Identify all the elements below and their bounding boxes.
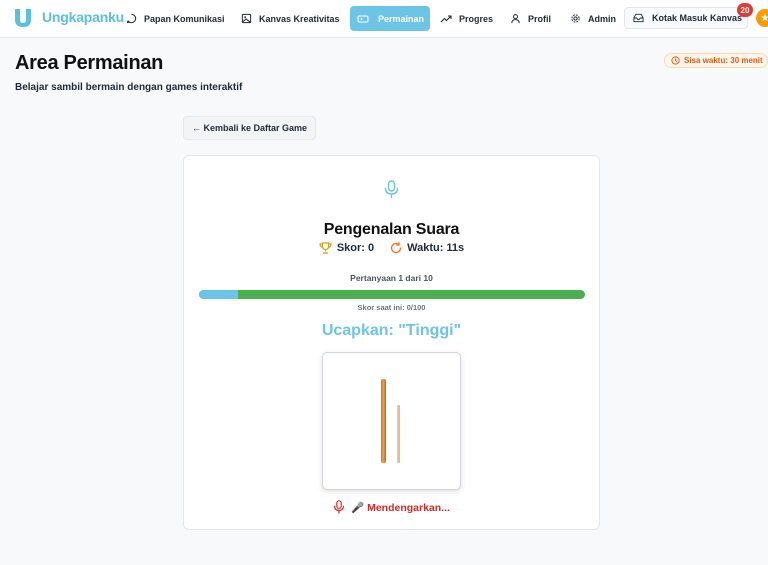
star-icon[interactable]: ★ [756, 9, 768, 27]
progress-bar [199, 290, 585, 299]
nav-item-kanvas-kreativitas[interactable]: Kanvas Kreativitas [235, 6, 346, 31]
page-title: Area Permainan [15, 52, 164, 74]
score-value: Skor: 0 [336, 242, 375, 254]
user-icon [511, 14, 520, 24]
nav-item-permainan[interactable]: Permainan [350, 6, 430, 31]
nav-item-papan-komunikasi[interactable]: Papan Komunikasi [120, 6, 231, 31]
game-title: Pengenalan Suara [323, 221, 460, 238]
nav-label: Kanvas Kreativitas [259, 13, 340, 24]
listening-status[interactable]: 🎤 Mendengarkan... [183, 500, 600, 514]
clock-icon [671, 56, 680, 65]
image-icon [241, 13, 252, 24]
page-subtitle: Belajar sambil bermain dengan games inte… [15, 82, 243, 93]
time-remaining-badge: Sisa waktu: 30 menit [664, 53, 768, 68]
microphone-icon [334, 500, 345, 514]
nav-label: Permainan [378, 13, 425, 24]
game-stats: Skor: 0 Waktu: 11s [183, 242, 600, 254]
speech-prompt: Ucapkan: "Tinggi" [321, 322, 462, 339]
inbox-label: Kotak Masuk Kanvas [652, 13, 743, 23]
listening-text: 🎤 Mendengarkan... [351, 501, 450, 514]
trending-up-icon [440, 14, 452, 22]
inbox-count-badge: 20 [737, 3, 753, 17]
back-to-game-list-button[interactable]: ← Kembali ke Daftar Game [183, 116, 316, 140]
top-navbar: Ungkapanku Papan Komunikasi Kanvas Kreat… [0, 0, 768, 38]
trophy-icon [319, 242, 332, 254]
canvas-inbox-button[interactable]: Kotak Masuk Kanvas [624, 7, 748, 29]
current-score-text: Skor saat ini: 0/100 [357, 303, 426, 312]
nav-label: Papan Komunikasi [144, 13, 225, 24]
microphone-icon [384, 180, 399, 199]
logo-icon[interactable] [12, 7, 34, 29]
nav-label: Progres [459, 13, 494, 24]
brand-name[interactable]: Ungkapanku [42, 9, 124, 25]
chat-bubble-icon [126, 13, 137, 24]
nav-item-profil[interactable]: Profil [504, 6, 557, 31]
question-counter: Pertanyaan 1 dari 10 [350, 273, 433, 283]
visual-illustration-box [322, 352, 461, 490]
progress-bar-fill [199, 290, 238, 299]
nav-label: Admin [588, 13, 616, 24]
inbox-icon [633, 13, 644, 23]
refresh-icon [390, 242, 402, 254]
nav-item-admin[interactable]: Admin [564, 6, 622, 31]
score-stat: Skor: 0 [319, 242, 374, 254]
time-remaining-text: Sisa waktu: 30 menit [684, 56, 763, 65]
tall-bar-illustration [381, 379, 386, 463]
nav-item-progres[interactable]: Progres [434, 6, 499, 31]
nav-label: Profil [528, 13, 552, 24]
gamepad-icon [357, 14, 369, 23]
time-stat: Waktu: 11s [390, 242, 464, 254]
gear-icon [571, 14, 580, 23]
time-value: Waktu: 11s [407, 242, 465, 254]
short-bar-illustration [397, 405, 400, 463]
